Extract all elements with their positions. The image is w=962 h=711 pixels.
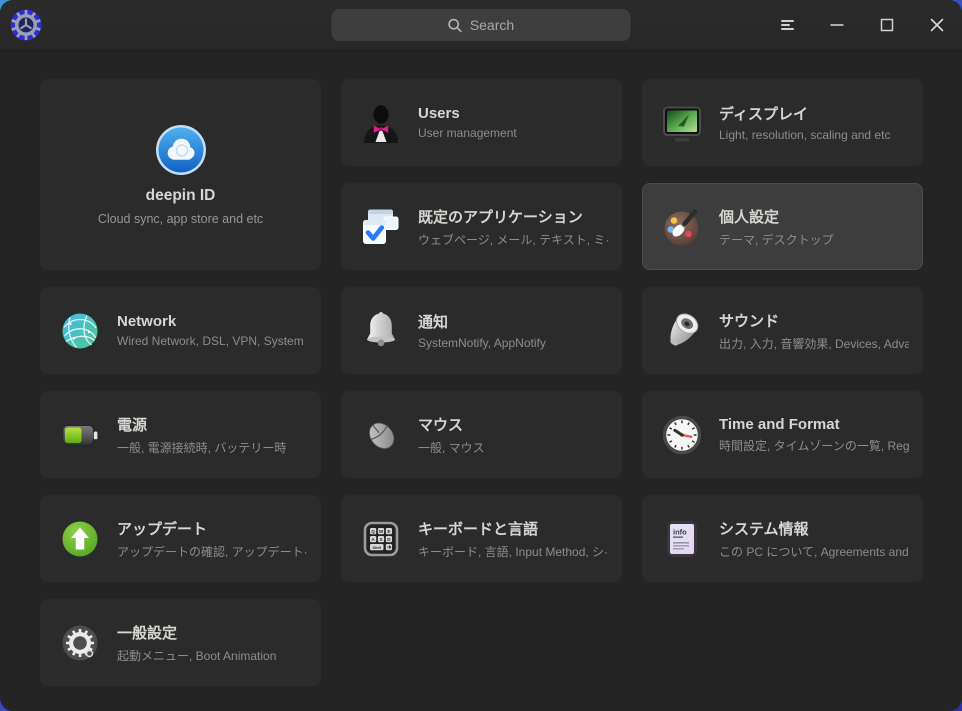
card-subtitle: SystemNotify, AppNotify — [418, 336, 546, 350]
window-buttons — [762, 0, 962, 50]
card-title: アップデート — [117, 520, 208, 538]
search-input[interactable]: Search — [331, 9, 631, 41]
search-icon — [448, 18, 463, 32]
info-document-icon: info — [667, 520, 697, 557]
speaker-icon — [670, 312, 699, 346]
card-subtitle: 時間設定, タイムゾーンの一覧, Reg··· — [719, 438, 909, 453]
monitor-icon — [663, 106, 701, 142]
card-title: 個人設定 — [719, 208, 780, 226]
svg-text:W: W — [379, 528, 384, 533]
card-users[interactable]: Users User management — [341, 79, 622, 166]
minimize-button[interactable] — [812, 0, 862, 50]
cloud-icon — [155, 124, 206, 175]
card-notification[interactable]: 通知 SystemNotify, AppNotify — [341, 287, 622, 374]
card-power[interactable]: 電源 一般, 電源接続時, バッテリー時 — [40, 391, 321, 478]
card-display[interactable]: ディスプレイ Light, resolution, scaling and et… — [642, 79, 923, 166]
card-subtitle: 出力, 入力, 音響効果, Devices, Adva··· — [719, 336, 909, 351]
bell-icon — [367, 311, 395, 346]
card-default-applications[interactable]: 既定のアプリケーション ウェブページ, メール, テキスト, ミ··· — [341, 183, 622, 270]
svg-text:Q: Q — [371, 528, 375, 533]
close-icon — [930, 18, 944, 32]
card-updates[interactable]: アップデート アップデートの確認, アップデート··· — [40, 495, 321, 582]
mouse-icon — [369, 422, 395, 449]
titlebar: Search — [0, 0, 962, 51]
clock-icon — [662, 415, 702, 454]
card-title: 電源 — [117, 416, 148, 434]
card-subtitle: Light, resolution, scaling and etc — [719, 128, 891, 142]
gear-icon — [62, 625, 98, 660]
battery-icon — [62, 424, 98, 445]
card-title: マウス — [418, 416, 464, 434]
card-subtitle: ウェブページ, メール, テキスト, ミ··· — [418, 232, 608, 247]
app-logo-gear-icon — [10, 9, 42, 41]
settings-grid: deepin ID Cloud sync, app store and etc … — [40, 79, 923, 686]
card-subtitle: User management — [418, 126, 517, 140]
card-title: Users — [418, 105, 460, 122]
card-subtitle: Cloud sync, app store and etc — [97, 211, 264, 226]
card-title: 既定のアプリケーション — [418, 208, 583, 226]
keyboard-icon: Q W E A S D Shift — [363, 521, 399, 556]
card-subtitle: キーボード, 言語, Input Method, シ··· — [418, 544, 608, 559]
menu-icon — [780, 18, 794, 32]
card-subtitle: Wired Network, DSL, VPN, System ··· — [117, 334, 307, 348]
card-time-and-format[interactable]: Time and Format 時間設定, タイムゾーンの一覧, Reg··· — [642, 391, 923, 478]
minimize-icon — [830, 24, 844, 26]
search-placeholder: Search — [469, 17, 515, 33]
card-title: システム情報 — [719, 520, 809, 538]
svg-text:Shift: Shift — [372, 545, 381, 549]
svg-text:info: info — [673, 527, 687, 536]
card-sound[interactable]: サウンド 出力, 入力, 音響効果, Devices, Adva··· — [642, 287, 923, 374]
card-title: 一般設定 — [117, 624, 178, 642]
maximize-icon — [880, 18, 894, 32]
card-title: ディスプレイ — [719, 106, 808, 123]
card-subtitle: テーマ, デスクトップ — [719, 232, 834, 247]
card-title: サウンド — [719, 312, 780, 330]
menu-button[interactable] — [762, 0, 812, 50]
card-title: deepin ID — [145, 186, 216, 204]
card-title: Time and Format — [719, 415, 840, 433]
card-subtitle: 起動メニュー, Boot Animation — [117, 648, 277, 663]
card-keyboard-language[interactable]: Q W E A S D Shift キーボードと言語 キーボード, 言語, In… — [341, 495, 622, 582]
card-subtitle: この PC について, Agreements and··· — [719, 544, 909, 559]
card-general-settings[interactable]: 一般設定 起動メニュー, Boot Animation — [40, 599, 321, 686]
palette-icon — [664, 208, 699, 245]
card-title: キーボードと言語 — [418, 520, 539, 538]
svg-text:S: S — [379, 536, 382, 541]
card-network[interactable]: Network Wired Network, DSL, VPN, System … — [40, 287, 321, 374]
card-personalization[interactable]: 個人設定 テーマ, デスクトップ — [642, 183, 923, 270]
svg-text:E: E — [387, 528, 390, 533]
close-button[interactable] — [912, 0, 962, 50]
card-deepin-id[interactable]: deepin ID Cloud sync, app store and etc — [40, 79, 321, 270]
control-center-window: Search deepin ID Cloud sync, app store a… — [0, 0, 962, 711]
card-system-info[interactable]: info システム情報 この PC について, Agreements and··… — [642, 495, 923, 582]
card-mouse[interactable]: マウス 一般, マウス — [341, 391, 622, 478]
card-subtitle: アップデートの確認, アップデート··· — [117, 544, 307, 559]
card-title: Network — [117, 313, 177, 330]
card-title: 通知 — [418, 314, 449, 331]
card-subtitle: 一般, 電源接続時, バッテリー時 — [117, 440, 287, 455]
globe-icon — [62, 313, 98, 348]
person-icon — [364, 104, 398, 143]
arrow-up-circle-icon — [62, 521, 98, 556]
windows-check-icon — [363, 209, 399, 244]
maximize-button[interactable] — [862, 0, 912, 50]
card-subtitle: 一般, マウス — [418, 440, 485, 455]
